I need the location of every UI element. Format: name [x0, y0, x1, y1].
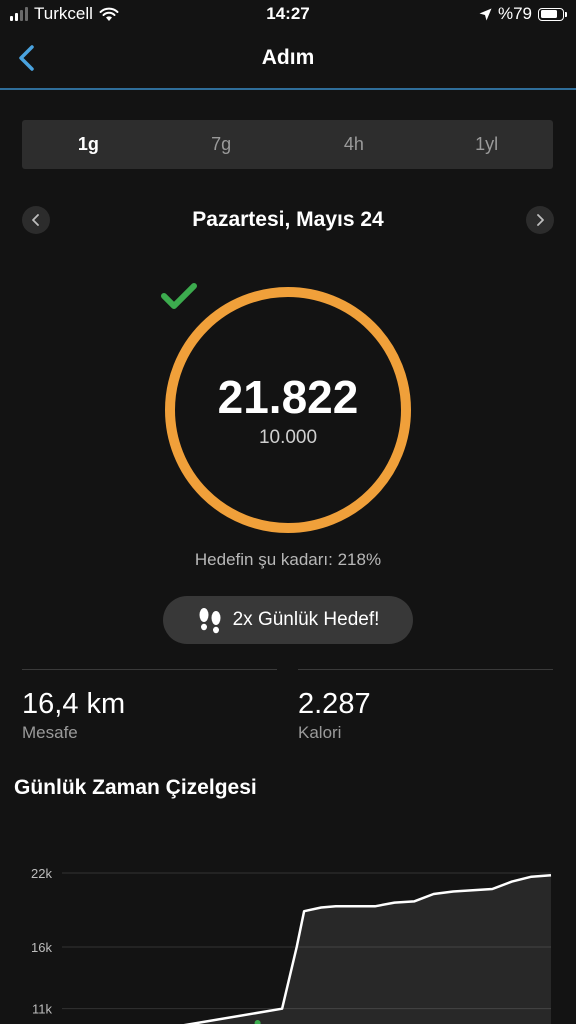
step-goal: 10.000 [258, 427, 318, 448]
navigation-bar: Adım [0, 30, 576, 90]
y-tick-label: 22k [31, 866, 52, 881]
status-right: %79 [479, 4, 567, 24]
steps-area [62, 875, 551, 1024]
battery-level [540, 10, 557, 18]
calories-value: 2.287 [298, 688, 371, 720]
tab-1g[interactable]: 1g [22, 120, 155, 169]
range-tabs: 1g 7g 4h 1yl [22, 120, 553, 169]
achievement-badge[interactable]: 2x Günlük Hedef! [163, 596, 413, 644]
timeline-title: Günlük Zaman Çizelgesi [14, 776, 257, 799]
y-tick-label: 11k [32, 1002, 52, 1017]
tab-1yl[interactable]: 1yl [420, 120, 553, 169]
daily-timeline-chart: 22k 16k 11k [31, 866, 552, 1024]
step-goal-ring: 21.822 10.000 [160, 282, 416, 538]
y-tick-label: 16k [31, 940, 52, 955]
stat-distance: 16,4 km Mesafe [22, 669, 277, 743]
badge-label: 2x Günlük Hedef! [232, 609, 380, 630]
distance-label: Mesafe [22, 723, 78, 742]
goal-percent-text: Hedefin şu kadarı: 218% [194, 550, 382, 569]
tab-7g[interactable]: 7g [155, 120, 288, 169]
tab-4h[interactable]: 4h [288, 120, 421, 169]
distance-value: 16,4 km [22, 688, 126, 720]
page-title: Adım [261, 46, 315, 69]
step-count: 21.822 [217, 371, 359, 423]
stat-calories: 2.287 Kalori [298, 669, 553, 743]
footprints-icon [199, 608, 221, 634]
chevron-right-icon [537, 214, 544, 226]
battery-icon [538, 7, 567, 21]
checkmark-icon [161, 283, 197, 309]
date-navigator: Pazartesi, Mayıs 24 [0, 200, 576, 240]
battery-percent: %79 [497, 4, 532, 23]
calories-label: Kalori [298, 723, 342, 742]
date-label: Pazartesi, Mayıs 24 [192, 208, 384, 231]
location-arrow-icon [479, 8, 492, 20]
status-bar: Turkcell 14:27 %79 [0, 0, 576, 30]
next-day-button[interactable] [526, 206, 554, 234]
